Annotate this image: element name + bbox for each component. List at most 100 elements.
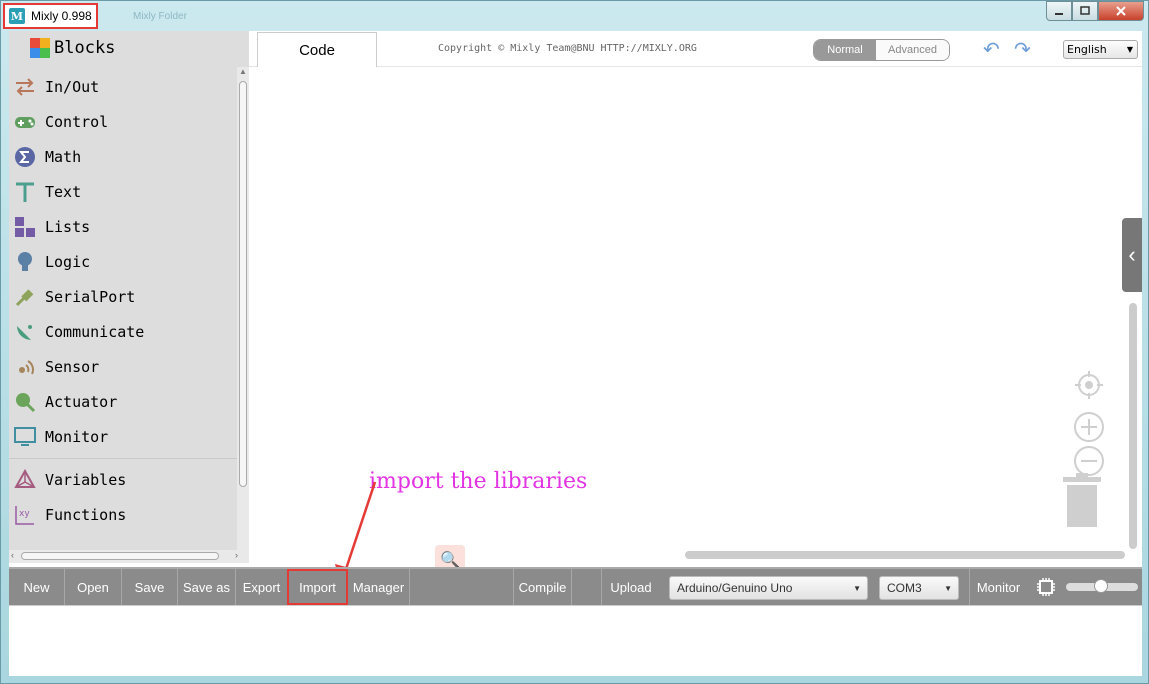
sigma-icon	[13, 145, 37, 169]
recenter-icon[interactable]	[1073, 369, 1105, 401]
category-label: Logic	[45, 253, 91, 271]
open-button[interactable]: Open	[65, 569, 122, 605]
new-button[interactable]: New	[9, 569, 65, 605]
category-monitor[interactable]: Monitor	[13, 422, 238, 452]
sidebar-vertical-scrollbar[interactable]: ▲	[237, 67, 249, 551]
svg-text:xy: xy	[19, 509, 30, 519]
slider-handle[interactable]	[1094, 579, 1108, 593]
tab-code[interactable]: Code	[257, 32, 377, 67]
copyright-text: Copyright © Mixly Team@BNU HTTP://MIXLY.…	[438, 43, 697, 54]
blocks-header: Blocks	[29, 37, 115, 59]
window-controls	[1046, 1, 1144, 21]
category-label: In/Out	[45, 78, 100, 96]
chevron-down-icon: ▼	[944, 583, 952, 593]
category-label: Actuator	[45, 393, 118, 411]
mode-advanced-button[interactable]: Advanced	[876, 40, 949, 60]
mode-toggle[interactable]: Normal Advanced	[813, 39, 950, 61]
close-button[interactable]	[1098, 1, 1144, 21]
board-value: Arduino/Genuino Uno	[677, 581, 793, 595]
compile-button[interactable]: Compile	[514, 569, 572, 605]
port-value: COM3	[887, 581, 922, 595]
category-label: Math	[45, 148, 82, 166]
app-window: M Mixly 0.998 Mixly Folder Blocks In/Out…	[0, 0, 1149, 684]
chip-icon[interactable]	[1036, 577, 1056, 597]
blocks-puzzle-icon	[29, 37, 51, 59]
code-panel-toggle[interactable]: ‹	[1122, 218, 1142, 292]
manager-button[interactable]: Manager	[348, 569, 410, 605]
maximize-icon	[1080, 6, 1090, 15]
save-button[interactable]: Save	[122, 569, 178, 605]
category-in-out[interactable]: In/Out	[13, 72, 238, 102]
category-label: Variables	[45, 471, 127, 489]
export-button[interactable]: Export	[236, 569, 288, 605]
toolbar-spacer	[410, 569, 514, 605]
board-select[interactable]: Arduino/Genuino Uno ▼	[669, 576, 868, 600]
category-control[interactable]: Control	[13, 107, 238, 137]
window-title: Mixly 0.998	[31, 9, 92, 23]
category-actuator[interactable]: Actuator	[13, 387, 238, 417]
sidebar-horizontal-scrollbar[interactable]: ‹ ›	[9, 550, 249, 563]
workspace-horizontal-scrollbar[interactable]	[685, 551, 1125, 559]
category-sensor[interactable]: Sensor	[13, 352, 238, 382]
sidebar-hscroll-thumb[interactable]	[21, 552, 219, 560]
upload-button[interactable]: Upload	[602, 569, 660, 605]
import-button[interactable]: Import	[287, 569, 348, 605]
category-label: SerialPort	[45, 288, 136, 306]
annotation-text: import the libraries	[369, 469, 588, 494]
sidebar-divider	[9, 458, 237, 459]
mode-normal-button[interactable]: Normal	[814, 40, 876, 60]
motor-icon	[13, 390, 37, 414]
blocks-grid-icon	[13, 215, 37, 239]
undo-icon[interactable]: ↶	[983, 37, 1000, 62]
bottom-toolbar: New Open Save Save as Export Import Mana…	[9, 567, 1142, 605]
category-lists[interactable]: Lists	[13, 212, 238, 242]
category-functions[interactable]: xy Functions	[13, 500, 238, 530]
variables-icon	[13, 468, 37, 492]
category-communicate[interactable]: Communicate	[13, 317, 238, 347]
category-label: Control	[45, 113, 109, 131]
usb-plug-icon	[13, 285, 37, 309]
scroll-left-icon[interactable]: ‹	[11, 550, 14, 560]
category-serialport[interactable]: SerialPort	[13, 282, 238, 312]
monitor-button[interactable]: Monitor	[969, 569, 1027, 605]
blockly-workspace[interactable]: ‹ import the libraries 🔍	[249, 67, 1142, 588]
output-console[interactable]	[9, 605, 1142, 676]
category-label: Text	[45, 183, 82, 201]
scroll-right-icon[interactable]: ›	[235, 550, 238, 560]
close-icon	[1116, 6, 1126, 16]
category-label: Communicate	[45, 323, 145, 341]
minimize-button[interactable]	[1046, 1, 1072, 21]
satellite-dish-icon	[13, 320, 37, 344]
category-label: Lists	[45, 218, 91, 236]
category-label: Monitor	[45, 428, 109, 446]
workspace-topbar: Code Copyright © Mixly Team@BNU HTTP://M…	[249, 31, 1142, 67]
blocks-title: Blocks	[54, 38, 116, 58]
sensor-waves-icon	[13, 355, 37, 379]
sidebar-scroll-thumb[interactable]	[239, 81, 247, 487]
text-t-icon	[13, 180, 37, 204]
function-xy-icon: xy	[13, 503, 37, 527]
category-variables[interactable]: Variables	[13, 465, 238, 495]
zoom-in-icon[interactable]	[1073, 411, 1105, 443]
scroll-up-icon[interactable]: ▲	[239, 67, 247, 76]
gamepad-icon	[13, 110, 37, 134]
chevron-down-icon: ▼	[853, 583, 861, 593]
blocks-sidebar: Blocks In/Out Control Math Text Lists Lo…	[9, 31, 249, 563]
trash-icon[interactable]	[1061, 473, 1103, 529]
category-logic[interactable]: Logic	[13, 247, 238, 277]
category-text[interactable]: Text	[13, 177, 238, 207]
save-as-button[interactable]: Save as	[178, 569, 236, 605]
redo-icon[interactable]: ↷	[1014, 37, 1031, 62]
category-label: Sensor	[45, 358, 100, 376]
title-bar[interactable]: M Mixly 0.998 Mixly Folder	[1, 1, 1148, 31]
category-math[interactable]: Math	[13, 142, 238, 172]
category-label: Functions	[45, 506, 127, 524]
language-select[interactable]: English ▼	[1063, 40, 1138, 59]
port-select[interactable]: COM3 ▼	[879, 576, 959, 600]
maximize-button[interactable]	[1072, 1, 1098, 21]
language-value: English	[1067, 43, 1107, 56]
chevron-left-icon: ‹	[1128, 242, 1136, 267]
window-title-highlight: M Mixly 0.998	[3, 3, 98, 29]
lightbulb-icon	[13, 250, 37, 274]
workspace-vertical-scrollbar[interactable]	[1129, 303, 1137, 549]
